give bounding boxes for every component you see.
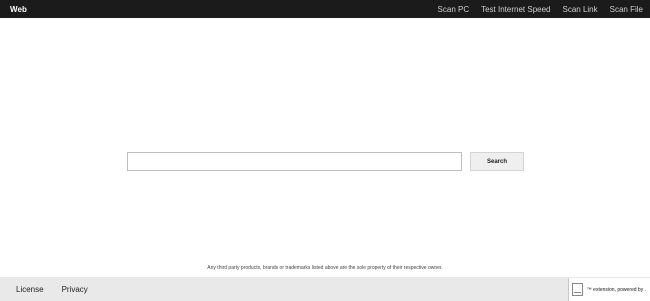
nav-scan-link[interactable]: Scan Link [563,5,598,14]
nav-scan-pc[interactable]: Scan PC [438,5,470,14]
extension-icon [571,283,583,296]
search-button[interactable]: Search [470,152,524,171]
brand-label[interactable]: Web [10,5,27,14]
extension-badge[interactable]: ™ extension, powered by . [567,278,650,301]
disclaimer-text: Any third party products, brands or trad… [207,265,443,271]
top-nav-bar: Web Scan PC Test Internet Speed Scan Lin… [0,0,650,18]
footer-privacy-link[interactable]: Privacy [62,285,88,294]
nav-scan-file[interactable]: Scan File [610,5,643,14]
search-input[interactable] [127,152,462,171]
search-form: Search [127,152,524,171]
footer: License Privacy [0,277,650,301]
top-nav: Scan PC Test Internet Speed Scan Link Sc… [426,5,643,14]
footer-license-link[interactable]: License [16,285,44,294]
extension-badge-text: ™ extension, powered by . [586,286,646,293]
nav-test-internet-speed[interactable]: Test Internet Speed [481,5,550,14]
